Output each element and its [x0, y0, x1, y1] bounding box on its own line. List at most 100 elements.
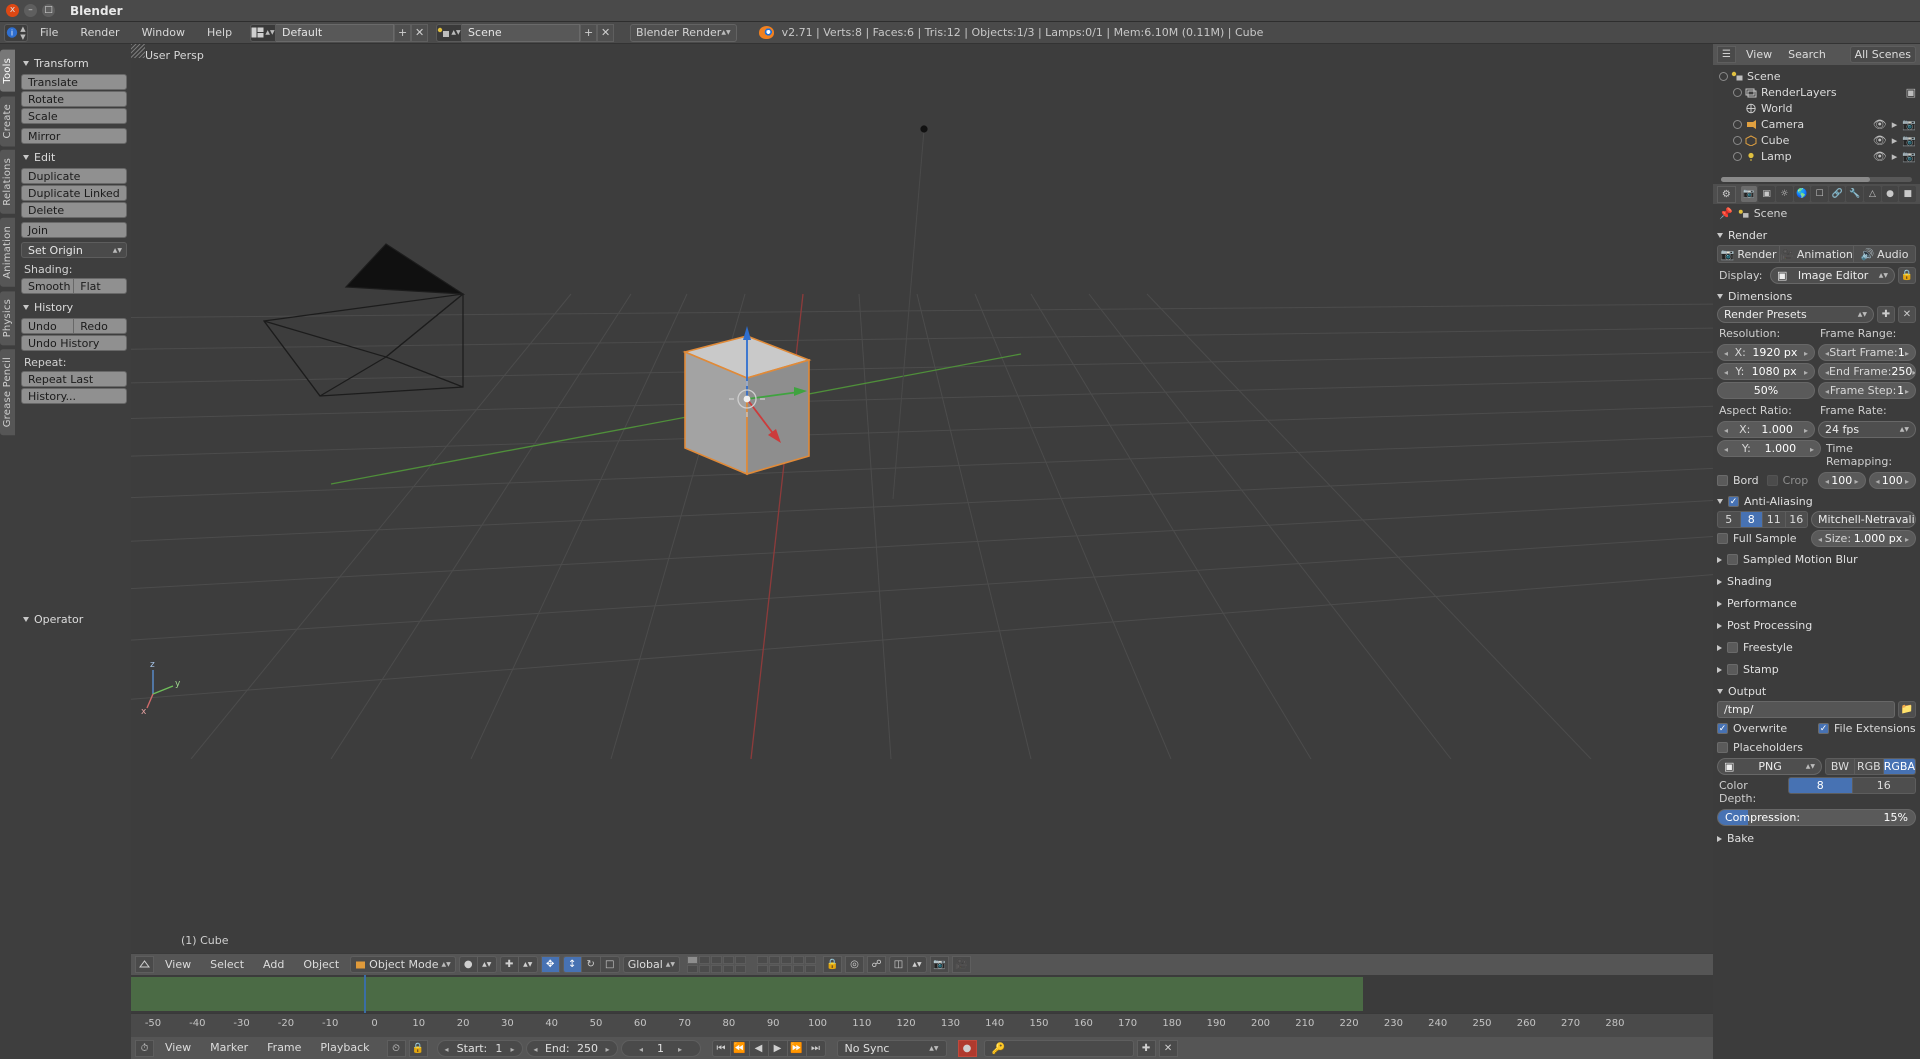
panel-header-performance[interactable]: Performance [1717, 594, 1916, 613]
window-close-button[interactable]: x [6, 4, 19, 17]
color-mode-bw[interactable]: BW [1825, 758, 1855, 775]
decrement-icon[interactable] [1825, 384, 1829, 397]
border-checkbox[interactable]: Bord [1717, 472, 1759, 489]
layer-1[interactable] [687, 956, 698, 964]
start-frame-field[interactable]: Start: 1 [437, 1040, 523, 1057]
placeholders-checkbox[interactable]: Placeholders [1717, 739, 1815, 756]
increment-icon[interactable] [1854, 474, 1858, 487]
menu-window[interactable]: Window [132, 24, 195, 42]
shade-smooth-button[interactable]: Smooth [21, 278, 74, 294]
timeline-menu-frame[interactable]: Frame [259, 1040, 309, 1056]
tool-tab-relations[interactable]: Relations [0, 150, 15, 214]
outliner-editor[interactable]: ☰ View Search All Scenes Scene RenderLay… [1713, 44, 1920, 184]
editor-type-outliner-icon[interactable]: ☰ [1717, 46, 1736, 63]
panel-header-stamp[interactable]: Stamp [1717, 660, 1916, 679]
interaction-mode-selector[interactable]: Object Mode ▲▼ [350, 956, 456, 973]
open-file-browser-button[interactable]: 📁 [1898, 701, 1916, 718]
delete-button[interactable]: Delete [21, 202, 127, 218]
current-frame-field[interactable]: 1 [621, 1040, 701, 1057]
full-sample-checkbox[interactable]: Full Sample [1717, 530, 1808, 547]
decrement-icon[interactable] [445, 1042, 449, 1055]
snap-dropdown-icon[interactable]: ▲▼ [908, 956, 927, 973]
layer-8[interactable] [781, 956, 792, 964]
editor-type-info-icon[interactable]: i ▲▼ [4, 24, 28, 42]
scene-layers-grid[interactable] [687, 956, 746, 973]
decrement-icon[interactable] [1818, 532, 1822, 545]
translate-button[interactable]: Translate [21, 74, 127, 90]
properties-tab-object[interactable]: ☐ [1811, 186, 1828, 202]
properties-editor[interactable]: ⚙ 📷 ▣ ☼ 🌎 ☐ 🔗 🔧 △ ● ■ 📌 Scene [1713, 184, 1920, 1059]
color-mode-rgba[interactable]: RGBA [1884, 758, 1916, 775]
file-format-selector[interactable]: ▣ PNG ▲▼ [1717, 758, 1822, 775]
window-minimize-button[interactable]: – [24, 4, 37, 17]
next-keyframe-button[interactable]: ⏩ [788, 1040, 807, 1057]
duplicate-linked-button[interactable]: Duplicate Linked [21, 185, 127, 201]
compression-slider[interactable]: Compression: 15% [1717, 809, 1916, 826]
screen-layout-value[interactable]: Default [276, 24, 394, 42]
keying-set-field[interactable]: 🔑 [984, 1040, 1134, 1057]
outliner-row-renderlayers[interactable]: RenderLayers ▣ [1713, 84, 1920, 100]
expand-toggle-icon[interactable] [1733, 136, 1742, 145]
render-image-button[interactable]: 📷 Render [1717, 245, 1780, 263]
decrement-icon[interactable] [1876, 474, 1880, 487]
properties-tab-render-layers[interactable]: ▣ [1758, 186, 1775, 202]
jump-to-end-button[interactable]: ⏭ [807, 1040, 826, 1057]
timeline-menu-view[interactable]: View [157, 1040, 199, 1056]
render-audio-button[interactable]: 🔊 Audio [1854, 245, 1916, 263]
layer-10[interactable] [805, 956, 816, 964]
editor-type-3dview-icon[interactable] [135, 956, 154, 973]
aspect-x-field[interactable]: X: 1.000 [1717, 421, 1815, 438]
decrement-icon[interactable] [1724, 365, 1728, 378]
aa-samples-5[interactable]: 5 [1717, 511, 1741, 528]
editor-type-properties-icon[interactable]: ⚙ [1717, 186, 1736, 203]
outliner-row-world[interactable]: World [1713, 100, 1920, 116]
antialiasing-filter-selector[interactable]: Mitchell-Netravali ▲▼ [1811, 511, 1916, 528]
outliner-row-camera[interactable]: Camera 👁 ▸ 📷 [1713, 116, 1920, 132]
color-mode-rgb[interactable]: RGB [1855, 758, 1884, 775]
outliner-scrollbar[interactable] [1721, 177, 1912, 182]
undo-history-button[interactable]: Undo History [21, 335, 127, 351]
increment-icon[interactable] [605, 1042, 609, 1055]
stamp-checkbox-icon[interactable] [1727, 664, 1738, 675]
panel-header-operator[interactable]: Operator [23, 613, 125, 626]
scene-value[interactable]: Scene [462, 24, 580, 42]
increment-icon[interactable] [1804, 365, 1808, 378]
layer-7[interactable] [769, 956, 780, 964]
menu-file[interactable]: File [30, 24, 68, 42]
timeline-menu-marker[interactable]: Marker [202, 1040, 256, 1056]
history-menu-button[interactable]: History... [21, 388, 127, 404]
previous-keyframe-button[interactable]: ⏪ [731, 1040, 750, 1057]
rotate-button[interactable]: Rotate [21, 91, 127, 107]
play-reverse-button[interactable]: ◀ [750, 1040, 769, 1057]
panel-header-transform[interactable]: Transform [23, 57, 127, 70]
aa-samples-16[interactable]: 16 [1786, 511, 1809, 528]
timeline-playhead[interactable] [364, 975, 366, 1013]
remove-preset-button[interactable]: ✕ [1898, 306, 1916, 323]
frame-step-field[interactable]: Frame Step: 1 [1818, 382, 1916, 399]
pivot-point-icon[interactable]: ✚ [500, 956, 519, 973]
layer-19[interactable] [793, 965, 804, 973]
frame-rate-selector[interactable]: 24 fps ▲▼ [1818, 421, 1916, 438]
panel-header-sampled-motion-blur[interactable]: Sampled Motion Blur [1717, 550, 1916, 569]
mirror-button[interactable]: Mirror [21, 128, 127, 144]
scene-layers-grid-2[interactable] [757, 956, 816, 973]
properties-tab-world[interactable]: 🌎 [1794, 186, 1811, 202]
restrict-render-icon[interactable]: 📷 [1902, 134, 1916, 147]
display-lock-icon[interactable]: 🔒 [1898, 267, 1916, 284]
viewport-menu-add[interactable]: Add [255, 957, 292, 973]
layer-6[interactable] [757, 956, 768, 964]
increment-icon[interactable] [1804, 346, 1808, 359]
tool-tab-create[interactable]: Create [0, 96, 15, 146]
layer-9[interactable] [793, 956, 804, 964]
3d-viewport[interactable]: z y x User Persp (1) Cube [131, 44, 1713, 953]
time-remap-old-field[interactable]: 100 [1818, 472, 1866, 489]
add-scene-button[interactable]: + [580, 24, 597, 42]
properties-tab-data[interactable]: △ [1864, 186, 1881, 202]
scene-selector[interactable]: ▲▼ Scene + ✕ [436, 24, 614, 42]
increment-icon[interactable] [1905, 346, 1909, 359]
layer-4[interactable] [723, 956, 734, 964]
outliner-menu-view[interactable]: View [1740, 47, 1778, 63]
restrict-view-icon[interactable]: 👁 [1873, 118, 1887, 131]
aspect-y-field[interactable]: Y: 1.000 [1717, 440, 1821, 457]
tool-tab-tools[interactable]: Tools [0, 50, 15, 92]
